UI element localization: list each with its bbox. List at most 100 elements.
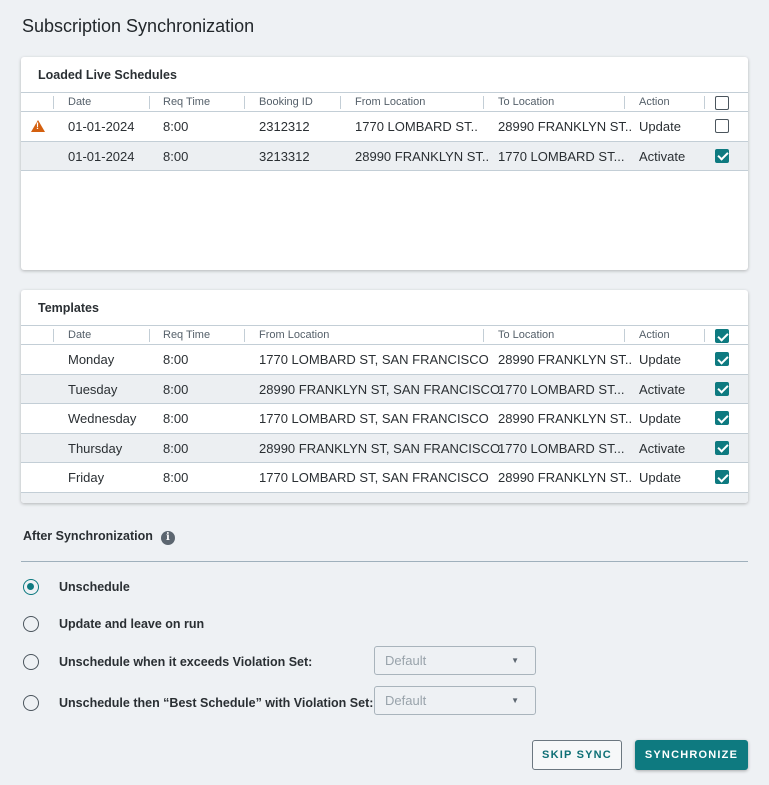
cell-to: 1770 LOMBARD ST... [498, 440, 625, 456]
cell-action: Activate [639, 381, 686, 397]
table-row[interactable]: 01-01-2024 8:00 2312312 1770 LOMBARD ST.. 28… [21, 112, 748, 142]
row-checkbox[interactable] [715, 411, 729, 425]
info-icon[interactable]: i [160, 531, 175, 545]
chevron-down-icon: ▼ [511, 696, 519, 705]
cell-to: 28990 FRANKLYN ST.. [498, 119, 633, 134]
chevron-down-icon: ▼ [511, 656, 519, 665]
select-value: Default [385, 653, 427, 668]
cell-from: 1770 LOMBARD ST, SAN FRANCISCO [259, 352, 489, 367]
cell-date: Tuesday [68, 381, 118, 397]
table-row[interactable]: Wednesday 8:00 1770 LOMBARD ST, SAN FRANCI… [21, 404, 748, 434]
column-separator [149, 329, 150, 342]
option-label: Unschedule then “Best Schedule” with Vio… [59, 696, 374, 710]
after-sync-heading: After Synchronization i [23, 529, 175, 545]
cell-date: Monday [68, 352, 115, 367]
cell-id: 3213312 [259, 148, 310, 164]
cell-date: Thursday [68, 440, 123, 456]
cell-action: Activate [639, 148, 686, 164]
violation-set-select[interactable]: Default ▼ [374, 646, 536, 675]
violation-set-select[interactable]: Default ▼ [374, 686, 536, 715]
column-separator [340, 96, 341, 109]
cell-date: 01-01-2024 [68, 148, 135, 164]
cell-action: Update [639, 119, 681, 134]
column-header: Action [639, 329, 670, 341]
cell-time: 8:00 [163, 440, 189, 456]
cell-to: 1770 LOMBARD ST... [498, 148, 625, 164]
column-header: Action [639, 96, 670, 108]
select-all-checkbox[interactable] [715, 96, 729, 110]
option-label: Update and leave on run [59, 617, 205, 631]
cell-from: 1770 LOMBARD ST.. [355, 119, 478, 134]
cell-date: Wednesday [68, 411, 137, 426]
column-header: From Location [355, 96, 426, 108]
divider [21, 561, 748, 562]
cell-to: 1770 LOMBARD ST... [498, 381, 625, 397]
cell-date: Friday [68, 470, 105, 485]
cell-action: Update [639, 411, 681, 426]
cell-time: 8:00 [163, 148, 189, 164]
warning-icon [31, 120, 45, 132]
cell-from: 28990 FRANKLYN ST, SAN FRANCISCO [259, 440, 501, 456]
live-schedules-title: Loaded Live Schedules [38, 68, 177, 82]
table-row[interactable]: 01-01-2024 8:00 3213312 28990 FRANKLYN ST..… [21, 141, 748, 171]
row-checkbox[interactable] [715, 352, 729, 366]
cell-id: 2312312 [259, 119, 310, 134]
cell-date: 01-01-2024 [68, 119, 135, 134]
cell-time: 8:00 [163, 119, 189, 134]
table-row-partial [21, 492, 748, 503]
column-header: Date [68, 329, 92, 341]
column-separator [704, 96, 705, 109]
templates-table-header: Date Req Time From Location To Location Acti… [21, 325, 748, 345]
select-all-checkbox[interactable] [715, 329, 729, 343]
cell-action: Activate [639, 440, 686, 456]
templates-panel: Templates Date Req Time From Location To Lo… [21, 290, 748, 503]
page-title: Subscription Synchronization [22, 16, 255, 36]
cell-to: 28990 FRANKLYN ST.. [498, 411, 633, 426]
row-checkbox[interactable] [715, 119, 729, 133]
cell-time: 8:00 [163, 381, 189, 397]
after-sync-title: After Synchronization [23, 529, 153, 543]
select-value: Default [385, 693, 427, 708]
radio-option[interactable] [23, 579, 39, 595]
column-separator [244, 329, 245, 342]
column-header: Req Time [163, 329, 211, 341]
templates-title: Templates [38, 301, 99, 315]
cell-action: Update [639, 470, 681, 485]
cell-time: 8:00 [163, 352, 189, 367]
row-checkbox[interactable] [715, 440, 729, 455]
column-header: Req Time [163, 96, 211, 108]
cell-to: 28990 FRANKLYN ST.. [498, 352, 633, 367]
cell-from: 28990 FRANKLYN ST.. [355, 148, 490, 164]
table-row[interactable]: Tuesday 8:00 28990 FRANKLYN ST, SAN FRANCI… [21, 374, 748, 404]
column-separator [483, 96, 484, 109]
radio-option[interactable] [23, 654, 39, 670]
option-label: Unschedule when it exceeds Violation Set… [59, 655, 313, 669]
column-header: From Location [259, 329, 330, 341]
column-separator [704, 329, 705, 342]
row-checkbox[interactable] [715, 381, 729, 396]
radio-option[interactable] [23, 616, 39, 632]
live-table-header: Date Req Time Booking ID From Location To Lo… [21, 92, 748, 112]
column-separator [53, 96, 54, 109]
table-row[interactable]: Monday 8:00 1770 LOMBARD ST, SAN FRANCISCO… [21, 345, 748, 375]
skip-sync-button[interactable]: SKIP SYNC [532, 740, 622, 770]
cell-action: Update [639, 352, 681, 367]
table-row[interactable]: Thursday 8:00 28990 FRANKLYN ST, SAN FRANC… [21, 433, 748, 463]
table-row[interactable]: Friday 8:00 1770 LOMBARD ST, SAN FRANCISCO… [21, 463, 748, 493]
option-label: Unschedule [59, 580, 130, 594]
column-separator [244, 96, 245, 109]
synchronize-button[interactable]: SYNCHRONIZE [635, 740, 748, 770]
cell-time: 8:00 [163, 470, 189, 485]
column-separator [483, 329, 484, 342]
column-separator [624, 329, 625, 342]
column-separator [53, 329, 54, 342]
cell-from: 1770 LOMBARD ST, SAN FRANCISCO [259, 470, 489, 485]
row-checkbox[interactable] [715, 470, 729, 484]
radio-option[interactable] [23, 695, 39, 711]
live-schedules-panel: Loaded Live Schedules Date Req Time Bookin… [21, 57, 748, 270]
column-header: To Location [498, 96, 555, 108]
column-header: Date [68, 96, 92, 108]
cell-to: 28990 FRANKLYN ST.. [498, 470, 633, 485]
column-separator [149, 96, 150, 109]
row-checkbox[interactable] [715, 148, 729, 163]
